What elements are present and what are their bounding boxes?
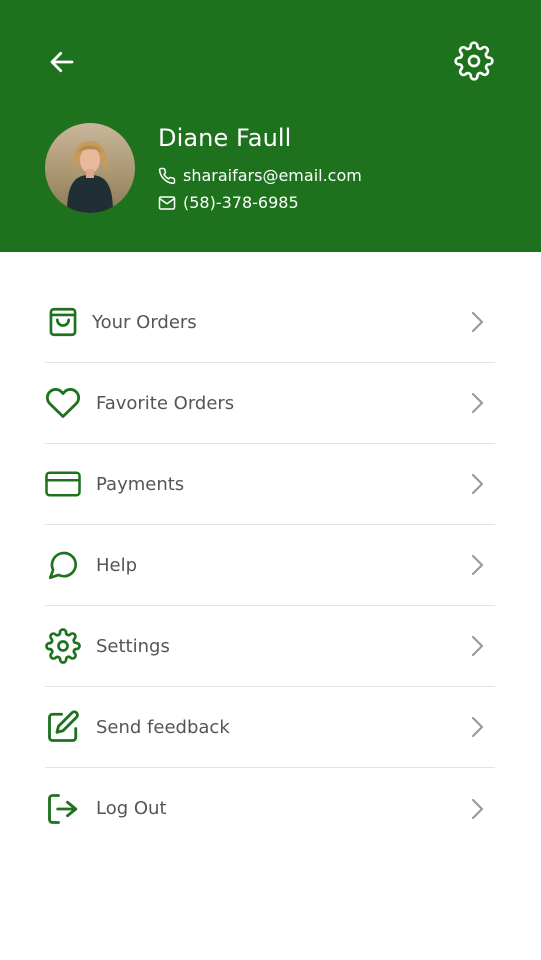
profile-name: Diane Faull	[158, 124, 292, 152]
profile-phone-row: (58)-378-6985	[158, 193, 299, 212]
menu-item-label: Payments	[96, 473, 185, 495]
profile-phone[interactable]: (58)-378-6985	[183, 193, 299, 212]
header-settings-button[interactable]	[454, 41, 494, 81]
chevron-right-icon	[467, 634, 487, 658]
profile-header: Diane Faull sharaifars@email.com (58)-37…	[0, 0, 541, 252]
menu-item-label: Favorite Orders	[96, 392, 235, 414]
menu-item-label: Your Orders	[92, 311, 197, 333]
gear-icon	[454, 41, 494, 81]
menu-item-log-out[interactable]: Log Out	[45, 768, 495, 849]
profile-email[interactable]: sharaifars@email.com	[183, 166, 362, 185]
menu-item-help[interactable]: Help	[45, 525, 495, 606]
menu-item-label: Log Out	[96, 798, 167, 819]
chevron-right-icon	[467, 553, 487, 577]
menu-item-favorite-orders[interactable]: Favorite Orders	[45, 363, 495, 444]
menu-item-label: Help	[96, 554, 138, 576]
gear-icon	[45, 628, 81, 664]
arrow-left-icon	[47, 47, 77, 77]
menu-item-payments[interactable]: Payments	[45, 444, 495, 525]
chevron-right-icon	[467, 310, 487, 334]
chat-bubble-icon	[45, 547, 81, 583]
avatar[interactable]	[45, 123, 135, 213]
menu-item-label: Settings	[96, 635, 170, 657]
menu-item-settings[interactable]: Settings	[45, 606, 495, 687]
menu-item-label: Send feedback	[96, 716, 230, 738]
mail-icon	[158, 194, 176, 212]
edit-icon	[45, 709, 81, 745]
profile-email-row: sharaifars@email.com	[158, 166, 362, 185]
logout-icon	[45, 791, 81, 827]
heart-icon	[45, 385, 81, 421]
account-menu: Your Orders Favorite Orders Payments Hel…	[45, 282, 495, 849]
credit-card-icon	[45, 466, 81, 502]
chevron-right-icon	[467, 391, 487, 415]
back-button[interactable]	[44, 44, 80, 80]
menu-item-send-feedback[interactable]: Send feedback	[45, 687, 495, 768]
menu-item-your-orders[interactable]: Your Orders	[45, 282, 495, 363]
chevron-right-icon	[467, 797, 487, 821]
phone-icon	[158, 167, 176, 185]
chevron-right-icon	[467, 472, 487, 496]
shopping-bag-icon	[45, 304, 81, 340]
chevron-right-icon	[467, 715, 487, 739]
